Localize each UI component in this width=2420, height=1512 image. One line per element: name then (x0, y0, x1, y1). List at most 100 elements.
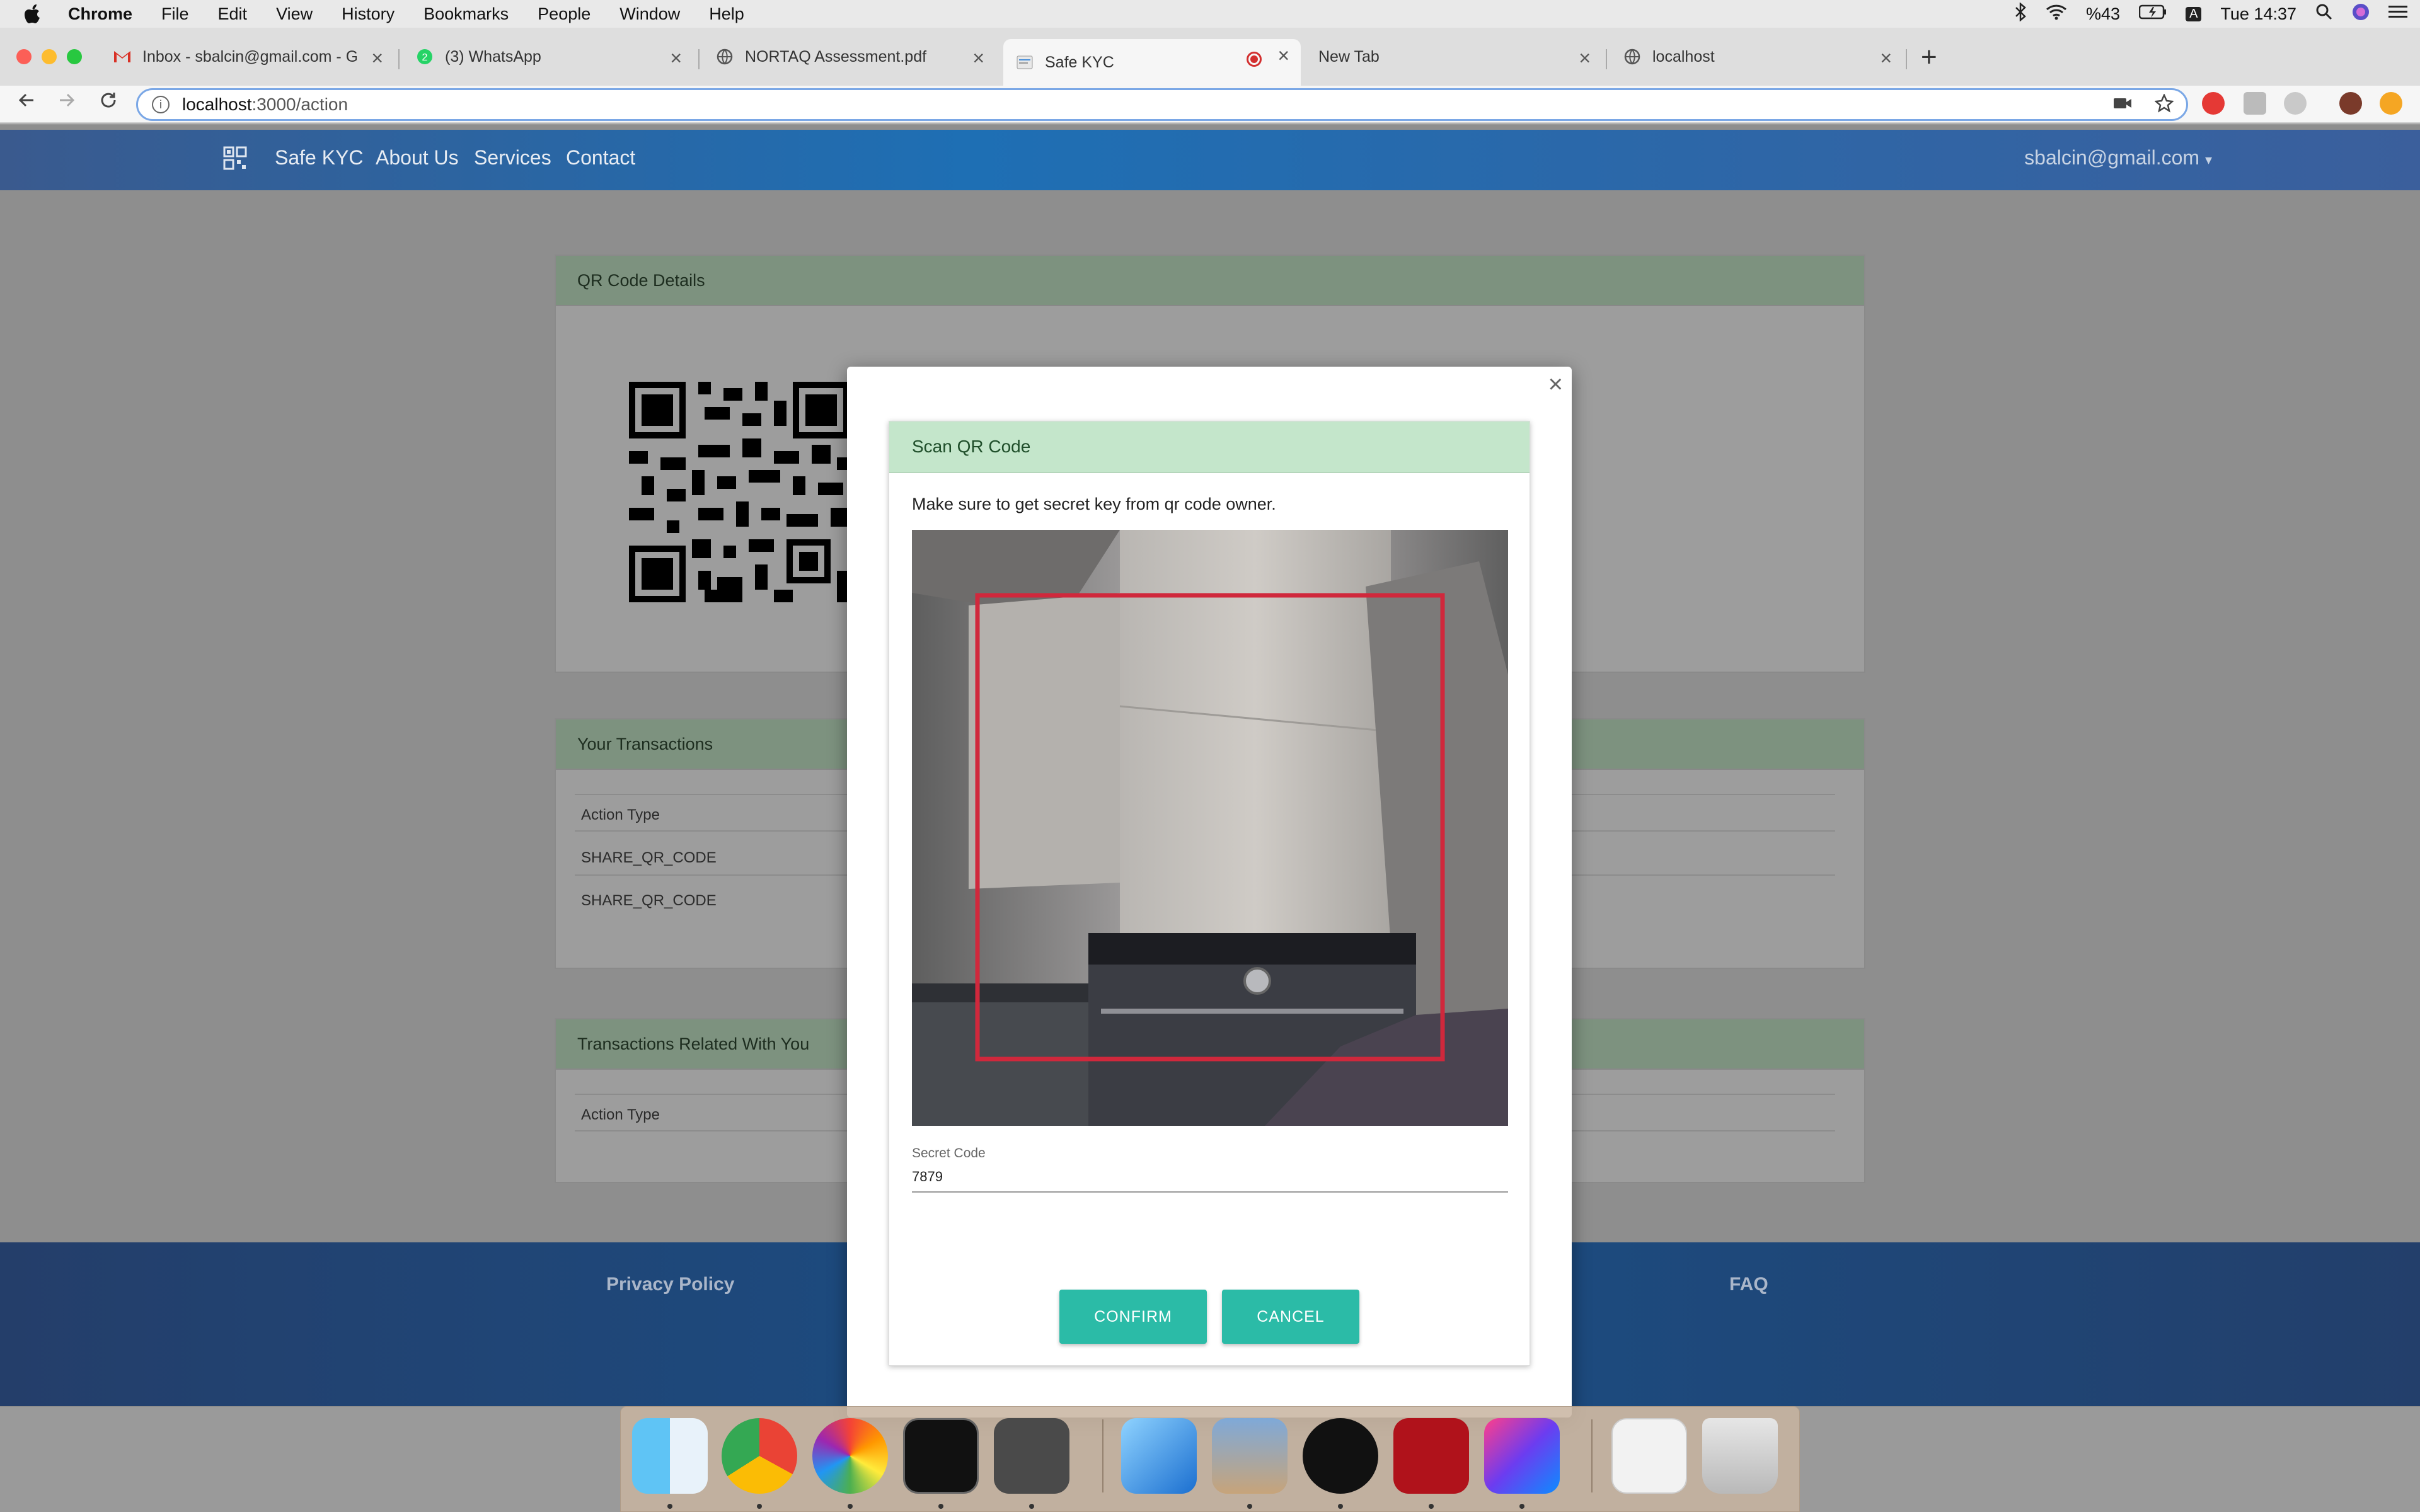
url-host: localhost (182, 94, 252, 114)
battery-icon[interactable] (2138, 4, 2167, 24)
new-tab-plus-icon[interactable]: + (1921, 42, 1937, 73)
menu-bookmarks[interactable]: Bookmarks (424, 4, 509, 24)
whatsapp-icon: 2 (416, 48, 434, 66)
apple-menu-icon[interactable] (24, 4, 43, 24)
tab-new-tab[interactable]: New Tab × (1306, 39, 1602, 74)
photos-icon[interactable] (812, 1418, 888, 1494)
tab-nortaq-pdf[interactable]: NORTAQ Assessment.pdf × (703, 39, 996, 74)
address-bar[interactable]: i localhost:3000/action (136, 88, 2188, 121)
tab-close-icon[interactable]: × (1880, 47, 1892, 70)
filezilla-icon[interactable] (1393, 1418, 1469, 1494)
battery-percent[interactable]: %43 (2086, 4, 2120, 24)
profile-avatar[interactable] (2339, 92, 2362, 115)
tab-separator (398, 49, 400, 69)
menu-edit[interactable]: Edit (218, 4, 248, 24)
finder-icon[interactable] (632, 1418, 708, 1494)
update-extension-icon[interactable] (2380, 92, 2402, 115)
running-indicator (1247, 1504, 1252, 1509)
tab-separator (698, 49, 700, 69)
sublime-text-icon[interactable] (994, 1418, 1069, 1494)
document-favicon-icon (1016, 54, 1034, 71)
tab-close-icon[interactable]: × (972, 47, 984, 70)
prompt-terminal-icon[interactable] (1303, 1418, 1378, 1494)
tab-close-icon[interactable]: × (1277, 44, 1289, 67)
tab-title: Safe KYC (1045, 53, 1114, 71)
menu-file[interactable]: File (161, 4, 189, 24)
tab-close-icon[interactable]: × (670, 47, 682, 70)
running-indicator (1338, 1504, 1343, 1509)
menu-history[interactable]: History (342, 4, 395, 24)
tab-title: localhost (1652, 47, 1715, 66)
url-path: :3000/action (251, 94, 349, 114)
skype-extension-icon[interactable] (2244, 92, 2266, 115)
intellij-idea-icon[interactable] (1484, 1418, 1560, 1494)
dock-separator (1591, 1419, 1593, 1492)
secret-code-input[interactable]: 7879 (912, 1169, 943, 1185)
zoom-window-button[interactable] (67, 49, 82, 64)
tab-separator (1906, 49, 1907, 69)
tab-title: Inbox - sbalcin@gmail.com - G (142, 47, 357, 66)
tab-whatsapp[interactable]: 2 (3) WhatsApp × (403, 39, 693, 74)
instruction-text: Make sure to get secret key from qr code… (912, 495, 1276, 513)
opera-extension-icon[interactable] (2202, 92, 2225, 115)
macos-menubar: Chrome File Edit View History Bookmarks … (0, 0, 2420, 28)
minimize-window-button[interactable] (42, 49, 57, 64)
running-indicator (757, 1504, 762, 1509)
input-underline (912, 1191, 1508, 1193)
tab-localhost[interactable]: localhost × (1611, 39, 1903, 74)
menubar-status-area: %43 A Tue 14:37 (2014, 0, 2407, 28)
camera-in-use-icon[interactable] (2113, 94, 2132, 118)
tab-separator (1606, 49, 1607, 69)
input-source-indicator[interactable]: A (2186, 6, 2202, 21)
running-indicator (1519, 1504, 1524, 1509)
forward-arrow-icon[interactable] (54, 91, 79, 116)
menu-app-name[interactable]: Chrome (68, 4, 132, 24)
menu-people[interactable]: People (538, 4, 591, 24)
camera-preview (912, 530, 1508, 1126)
tab-title: New Tab (1318, 47, 1380, 66)
xcode-simulator-icon[interactable] (1121, 1418, 1197, 1494)
svg-text:2: 2 (422, 52, 428, 63)
tab-safe-kyc[interactable]: Safe KYC × (1003, 39, 1301, 86)
tab-close-icon[interactable]: × (371, 47, 383, 70)
menu-window[interactable]: Window (619, 4, 680, 24)
menubar-clock[interactable]: Tue 14:37 (2220, 4, 2296, 24)
tab-title: NORTAQ Assessment.pdf (745, 47, 927, 66)
spotlight-icon[interactable] (2315, 3, 2333, 25)
notification-center-icon[interactable] (2388, 4, 2407, 24)
wifi-icon[interactable] (2046, 4, 2067, 25)
tab-close-icon[interactable]: × (1579, 47, 1591, 70)
preview-icon[interactable] (1212, 1418, 1288, 1494)
chrome-icon[interactable] (722, 1418, 797, 1494)
gmail-icon (113, 48, 131, 66)
reload-icon[interactable] (96, 91, 121, 116)
globe-extension-icon[interactable] (2284, 92, 2307, 115)
macos-dock (620, 1406, 1800, 1512)
back-arrow-icon[interactable] (14, 91, 39, 116)
scan-qr-title: Scan QR Code (889, 421, 1530, 473)
dock-separator (1102, 1419, 1103, 1492)
trash-icon[interactable] (1702, 1418, 1778, 1494)
terminal-icon[interactable] (903, 1418, 979, 1494)
recording-indicator-icon (1247, 52, 1262, 67)
tab-gmail[interactable]: Inbox - sbalcin@gmail.com - G × (101, 39, 395, 74)
secret-code-label: Secret Code (912, 1146, 986, 1160)
scan-qr-modal: × Scan QR Code Make sure to get secret k… (847, 367, 1572, 1418)
running-indicator (938, 1504, 943, 1509)
running-indicator (848, 1504, 853, 1509)
siri-icon[interactable] (2352, 3, 2370, 25)
qr-code-document-icon[interactable] (1611, 1418, 1687, 1494)
close-window-button[interactable] (16, 49, 32, 64)
bluetooth-icon[interactable] (2014, 1, 2027, 26)
modal-overlay: × Scan QR Code Make sure to get secret k… (0, 125, 2420, 1418)
running-indicator (1429, 1504, 1434, 1509)
bookmark-star-icon[interactable] (2154, 93, 2174, 118)
site-info-icon[interactable]: i (152, 96, 170, 113)
menu-help[interactable]: Help (709, 4, 744, 24)
running-indicator (667, 1504, 672, 1509)
menu-view[interactable]: View (276, 4, 313, 24)
modal-close-icon[interactable]: × (1548, 370, 1563, 399)
confirm-button[interactable]: CONFIRM (1059, 1290, 1207, 1344)
cancel-button[interactable]: CANCEL (1222, 1290, 1359, 1344)
running-indicator (1029, 1504, 1034, 1509)
